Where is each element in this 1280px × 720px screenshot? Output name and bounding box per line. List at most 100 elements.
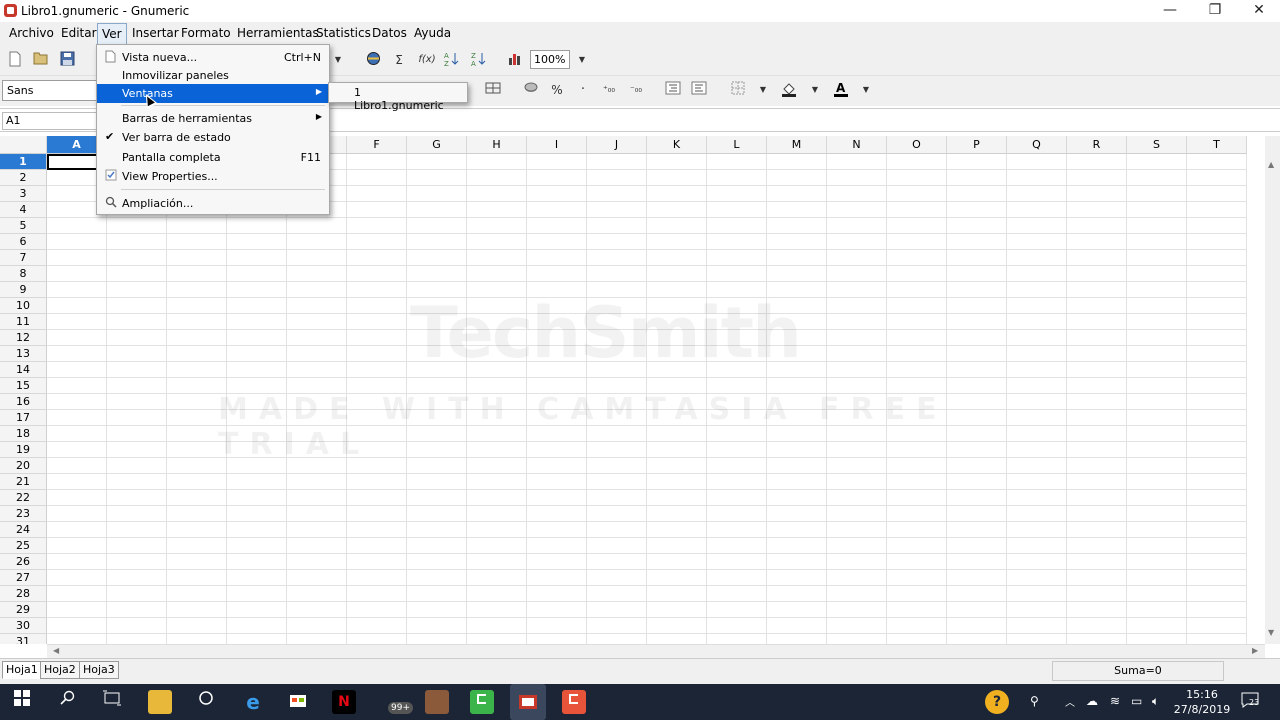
row-header[interactable]: 9 (0, 282, 47, 298)
task-view-icon[interactable] (100, 690, 124, 714)
save-icon[interactable] (58, 51, 76, 69)
font-name-input[interactable]: Sans (2, 80, 98, 101)
help-icon[interactable]: ? (985, 690, 1009, 714)
sheet-tab-hoja2[interactable]: Hoja2 (40, 661, 80, 679)
close-button[interactable]: ✕ (1237, 0, 1280, 22)
font-color-dropdown-icon[interactable]: ▼ (857, 81, 875, 99)
decrease-decimals-icon[interactable]: ⁻₀₀ (627, 81, 645, 99)
borders-icon[interactable] (729, 81, 747, 99)
percent-icon[interactable]: % (548, 81, 566, 99)
menu-editar[interactable]: Editar (61, 26, 97, 40)
camtasia-icon[interactable] (470, 690, 494, 714)
row-header[interactable]: 2 (0, 170, 47, 186)
column-header[interactable]: P (947, 136, 1007, 154)
menu-item-view-properties[interactable]: View Properties... (97, 167, 329, 186)
row-header[interactable]: 14 (0, 362, 47, 378)
battery-icon[interactable]: ▭ (1131, 694, 1142, 708)
row-header[interactable]: 5 (0, 218, 47, 234)
select-all-corner[interactable] (0, 136, 47, 154)
font-color-icon[interactable]: A (832, 81, 850, 99)
column-header[interactable]: J (587, 136, 647, 154)
merge-cells-icon[interactable] (484, 81, 502, 99)
scroll-left-icon[interactable]: ◀ (53, 646, 59, 655)
row-header[interactable]: 12 (0, 330, 47, 346)
row-header[interactable]: 26 (0, 554, 47, 570)
row-header[interactable]: 11 (0, 314, 47, 330)
system-clock[interactable]: 15:16 27/8/2019 (1172, 687, 1232, 717)
row-header[interactable]: 6 (0, 234, 47, 250)
search-icon[interactable] (56, 690, 80, 714)
row-header[interactable]: 21 (0, 474, 47, 490)
menu-item-vista-nueva[interactable]: Vista nueva... Ctrl+N (97, 48, 329, 67)
row-header[interactable]: 22 (0, 490, 47, 506)
increase-decimals-icon[interactable]: ⁺₀₀ (600, 81, 618, 99)
sort-asc-icon[interactable]: AZ (443, 51, 461, 69)
row-header[interactable]: 16 (0, 394, 47, 410)
scroll-up-icon[interactable]: ▲ (1268, 160, 1274, 169)
row-header[interactable]: 28 (0, 586, 47, 602)
antivirus-icon[interactable]: ☁ (1086, 694, 1098, 708)
submenu-item-libro1[interactable]: 1 Libro1.gnumeric (354, 86, 444, 112)
row-header[interactable]: 19 (0, 442, 47, 458)
menu-item-ver-barra-de-estado[interactable]: ✔ Ver barra de estado (97, 128, 329, 147)
cell-reference-box[interactable]: A1 (2, 112, 98, 130)
row-header[interactable]: 25 (0, 538, 47, 554)
column-header[interactable]: R (1067, 136, 1127, 154)
menu-formato[interactable]: Formato (181, 26, 231, 40)
row-header[interactable]: 17 (0, 410, 47, 426)
menu-item-inmovilizar-paneles[interactable]: Inmovilizar paneles (97, 66, 329, 85)
column-header[interactable]: I (527, 136, 587, 154)
thousands-separator-icon[interactable]: · (574, 81, 592, 99)
column-header[interactable]: S (1127, 136, 1187, 154)
row-header[interactable]: 31 (0, 634, 47, 644)
fill-color-dropdown-icon[interactable]: ▼ (806, 81, 824, 99)
row-header[interactable]: 20 (0, 458, 47, 474)
menu-item-barras-de-herramientas[interactable]: Barras de herramientas ▶ (97, 109, 329, 128)
scroll-right-icon[interactable]: ▶ (1252, 646, 1258, 655)
menu-archivo[interactable]: Archivo (9, 26, 54, 40)
column-header[interactable]: H (467, 136, 527, 154)
volume-icon[interactable]: 🔈︎ (1152, 694, 1159, 709)
menu-item-ventanas[interactable]: Ventanas ▶ (97, 84, 329, 103)
menu-ver[interactable]: Ver (97, 23, 127, 46)
vertical-scrollbar[interactable]: ▲ ▼ (1265, 136, 1280, 644)
row-header[interactable]: 29 (0, 602, 47, 618)
row-header[interactable]: 18 (0, 426, 47, 442)
row-header[interactable]: 4 (0, 202, 47, 218)
open-icon[interactable] (32, 51, 50, 69)
chevron-down-icon[interactable]: ▼ (329, 51, 347, 69)
menu-insertar[interactable]: Insertar (132, 26, 179, 40)
currency-icon[interactable] (522, 81, 540, 99)
menu-item-ampliacion[interactable]: Ampliación... (97, 194, 329, 213)
edge-browser-icon[interactable]: e (241, 690, 265, 714)
zoom-input[interactable]: 100% (530, 50, 570, 69)
menu-statistics[interactable]: Statistics (316, 26, 371, 40)
maximize-button[interactable]: ❐ (1193, 0, 1237, 22)
column-header[interactable]: M (767, 136, 827, 154)
row-header[interactable]: 3 (0, 186, 47, 202)
app-badge-icon[interactable]: 99+ (378, 690, 413, 714)
column-header[interactable]: L (707, 136, 767, 154)
store-icon[interactable] (286, 690, 310, 714)
column-header[interactable]: T (1187, 136, 1247, 154)
fill-color-icon[interactable] (780, 81, 798, 99)
sheet-tab-hoja3[interactable]: Hoja3 (79, 661, 119, 679)
menu-item-pantalla-completa[interactable]: Pantalla completa F11 (97, 148, 329, 167)
column-header[interactable]: O (887, 136, 947, 154)
menu-ayuda[interactable]: Ayuda (414, 26, 451, 40)
borders-dropdown-icon[interactable]: ▼ (754, 81, 772, 99)
column-header[interactable]: Q (1007, 136, 1067, 154)
scroll-down-icon[interactable]: ▼ (1268, 628, 1274, 637)
row-header[interactable]: 27 (0, 570, 47, 586)
app-icon[interactable] (194, 690, 218, 714)
gnumeric-taskbar-icon[interactable] (510, 684, 546, 720)
sum-icon[interactable]: Σ (390, 51, 408, 69)
zoom-dropdown-icon[interactable]: ▼ (573, 51, 591, 69)
file-explorer-icon[interactable] (148, 690, 172, 714)
row-header[interactable]: 23 (0, 506, 47, 522)
windows-start-icon[interactable] (10, 690, 34, 714)
netflix-icon[interactable]: N (332, 690, 356, 714)
decrease-indent-icon[interactable] (664, 81, 682, 99)
row-header[interactable]: 8 (0, 266, 47, 282)
show-hidden-icons-chevron[interactable]: ︿ (1065, 694, 1075, 709)
